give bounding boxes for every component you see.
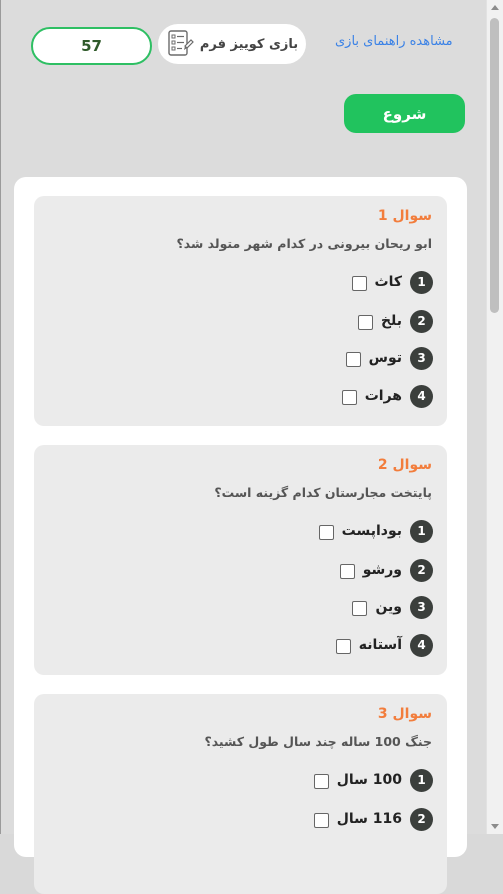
window-edge: [0, 0, 1, 834]
question-title: سوال 3: [377, 706, 432, 722]
option-number-badge: 4: [410, 384, 433, 408]
option-number-badge: 2: [410, 558, 433, 582]
option-checkbox[interactable]: [341, 389, 357, 405]
question-text: پایتخت مجارستان کدام گزینه است؟: [214, 485, 432, 500]
option-row[interactable]: 4 آستانه: [335, 633, 433, 657]
option-checkbox[interactable]: [352, 600, 368, 616]
scrollbar-thumb[interactable]: [490, 18, 499, 313]
option-checkbox[interactable]: [357, 314, 373, 330]
checklist-form-icon: [168, 30, 194, 56]
option-label: هرات: [364, 388, 402, 404]
option-label: ورشو: [362, 562, 402, 578]
scroll-down-arrow-icon[interactable]: [491, 824, 499, 829]
option-checkbox[interactable]: [313, 812, 329, 828]
option-label: بلخ: [380, 313, 402, 329]
option-label: 116 سال: [336, 811, 402, 827]
quiz-form-label: بازی کوییز فرم: [199, 36, 299, 52]
option-number-badge: 2: [410, 807, 433, 831]
questions-panel: سوال 1 ابو ریحان بیرونی در کدام شهر متول…: [14, 177, 467, 894]
question-card: سوال 2 پایتخت مجارستان کدام گزینه است؟ 1…: [34, 445, 447, 675]
option-number-badge: 4: [410, 633, 433, 657]
option-number-badge: 1: [410, 768, 433, 792]
question-card: سوال 3 جنگ 100 ساله چند سال طول کشید؟ 1 …: [34, 694, 447, 894]
option-label: وین: [375, 599, 402, 615]
option-number-badge: 1: [410, 519, 433, 543]
option-row[interactable]: 3 توس: [345, 346, 433, 370]
question-title: سوال 1: [377, 208, 432, 224]
option-checkbox[interactable]: [318, 524, 334, 540]
option-row[interactable]: 1 کاث: [351, 270, 433, 294]
option-row[interactable]: 2 116 سال: [313, 807, 433, 831]
question-card: سوال 1 ابو ریحان بیرونی در کدام شهر متول…: [34, 196, 447, 426]
option-row[interactable]: 2 بلخ: [357, 309, 433, 333]
option-label: آستانه: [358, 637, 402, 653]
start-button[interactable]: شروع: [344, 94, 465, 133]
option-checkbox[interactable]: [351, 275, 367, 291]
scroll-up-arrow-icon[interactable]: [491, 5, 499, 10]
vertical-scrollbar[interactable]: [486, 0, 503, 834]
option-label: توس: [368, 350, 402, 366]
option-row[interactable]: 1 بوداپست: [318, 519, 433, 543]
quiz-form-game-button[interactable]: بازی کوییز فرم: [158, 24, 306, 64]
option-number-badge: 3: [410, 595, 433, 619]
option-checkbox[interactable]: [339, 563, 355, 579]
question-text: ابو ریحان بیرونی در کدام شهر متولد شد؟: [176, 236, 432, 251]
option-row[interactable]: 4 هرات: [341, 384, 433, 408]
option-number-badge: 1: [410, 270, 433, 294]
option-label: بوداپست: [341, 523, 402, 539]
option-number-badge: 3: [410, 346, 433, 370]
question-title: سوال 2: [377, 457, 432, 473]
option-number-badge: 2: [410, 309, 433, 333]
option-label: 100 سال: [336, 772, 402, 788]
option-checkbox[interactable]: [345, 351, 361, 367]
option-row[interactable]: 2 ورشو: [339, 558, 433, 582]
option-row[interactable]: 1 100 سال: [313, 768, 433, 792]
question-text: جنگ 100 ساله چند سال طول کشید؟: [204, 734, 432, 749]
option-checkbox[interactable]: [335, 638, 351, 654]
option-label: کاث: [374, 274, 402, 290]
option-row[interactable]: 3 وین: [352, 595, 433, 619]
option-checkbox[interactable]: [313, 773, 329, 789]
score-display: 57: [31, 27, 152, 65]
game-guide-link[interactable]: مشاهده راهنمای بازی: [335, 34, 453, 49]
